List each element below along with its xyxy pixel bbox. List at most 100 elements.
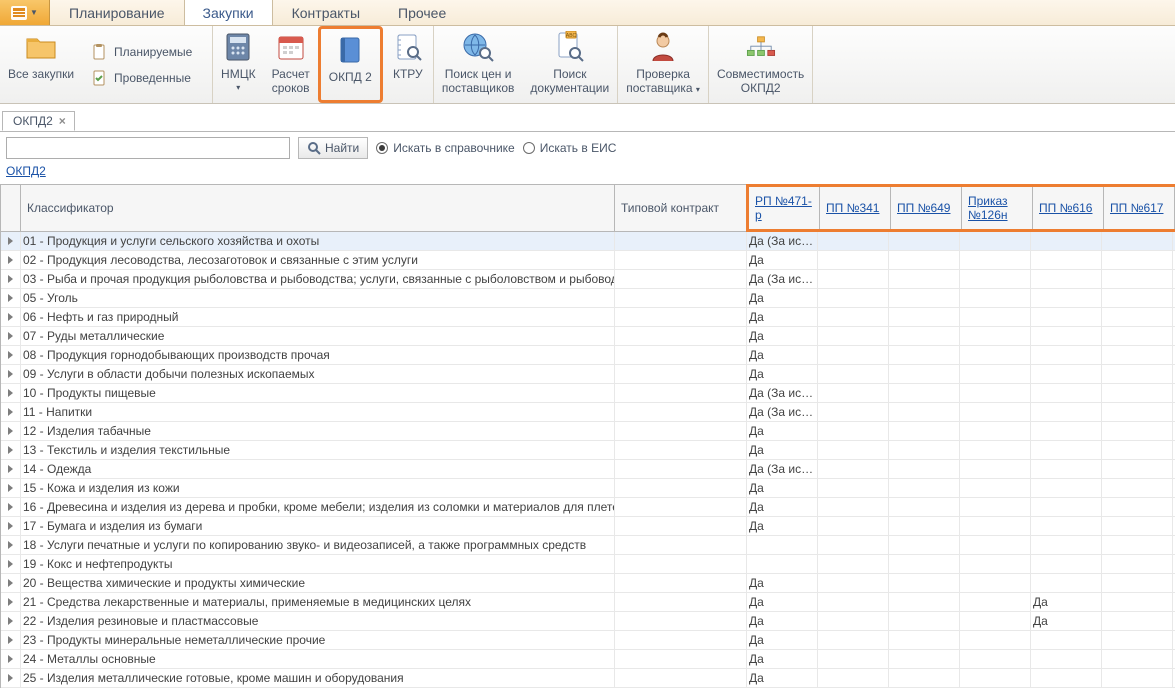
cell-c3 (889, 346, 960, 364)
expand-toggle[interactable] (1, 232, 21, 250)
expand-toggle[interactable] (1, 555, 21, 573)
cell-c1: Да (747, 251, 818, 269)
header-classifier[interactable]: Классификатор (21, 185, 615, 231)
table-row[interactable]: 20 - Вещества химические и продукты хими… (1, 574, 1175, 593)
search-button[interactable]: Найти (298, 137, 368, 159)
calc-deadlines-button[interactable]: Расчетсроков (264, 26, 318, 103)
cell-name: 01 - Продукция и услуги сельского хозяйс… (21, 232, 615, 250)
cell-tk (615, 517, 747, 535)
document-tab-okpd2[interactable]: ОКПД2 × (2, 111, 75, 131)
table-row[interactable]: 17 - Бумага и изделия из бумагиДа (1, 517, 1175, 536)
radio-search-eis[interactable]: Искать в ЕИС (523, 141, 617, 155)
header-prikaz126n[interactable]: Приказ№126н (962, 187, 1033, 229)
cell-tk (615, 365, 747, 383)
table-row[interactable]: 19 - Кокс и нефтепродукты (1, 555, 1175, 574)
expand-toggle[interactable] (1, 593, 21, 611)
cell-c2 (818, 346, 889, 364)
table-row[interactable]: 15 - Кожа и изделия из кожиДа (1, 479, 1175, 498)
expand-toggle[interactable] (1, 631, 21, 649)
nmck-button[interactable]: НМЦК▾ (213, 26, 264, 103)
header-pp341[interactable]: ПП №341 (820, 187, 891, 229)
table-row[interactable]: 25 - Изделия металлические готовые, кром… (1, 669, 1175, 688)
expand-toggle[interactable] (1, 574, 21, 592)
cell-c1: Да (747, 441, 818, 459)
expand-toggle[interactable] (1, 517, 21, 535)
cell-c4 (960, 574, 1031, 592)
expand-toggle[interactable] (1, 460, 21, 478)
cell-c6 (1102, 574, 1173, 592)
table-row[interactable]: 09 - Услуги в области добычи полезных ис… (1, 365, 1175, 384)
expand-toggle[interactable] (1, 270, 21, 288)
expand-toggle[interactable] (1, 441, 21, 459)
app-menu-button[interactable]: ▼ (0, 0, 50, 25)
expand-toggle[interactable] (1, 612, 21, 630)
breadcrumb-link[interactable]: ОКПД2 (6, 164, 46, 178)
cell-c4 (960, 536, 1031, 554)
tab-purchases[interactable]: Закупки (184, 0, 273, 25)
close-icon[interactable]: × (59, 114, 66, 128)
table-row[interactable]: 11 - НапиткиДа (За ис… (1, 403, 1175, 422)
header-pp616[interactable]: ПП №616 (1033, 187, 1104, 229)
cell-name: 17 - Бумага и изделия из бумаги (21, 517, 615, 535)
cell-c5 (1031, 574, 1102, 592)
tab-contracts[interactable]: Контракты (273, 0, 379, 25)
table-row[interactable]: 22 - Изделия резиновые и пластмассовыеДа… (1, 612, 1175, 631)
table-row[interactable]: 14 - ОдеждаДа (За ис… (1, 460, 1175, 479)
table-row[interactable]: 02 - Продукция лесоводства, лесозаготово… (1, 251, 1175, 270)
expand-toggle[interactable] (1, 669, 21, 687)
cell-c6 (1102, 308, 1173, 326)
table-row[interactable]: 16 - Древесина и изделия из дерева и про… (1, 498, 1175, 517)
table-row[interactable]: 21 - Средства лекарственные и материалы,… (1, 593, 1175, 612)
cell-c6 (1102, 669, 1173, 687)
okpd-compat-button[interactable]: СовместимостьОКПД2 (709, 26, 812, 103)
okpd2-button[interactable]: ОКПД 2 (318, 26, 383, 103)
cell-c4 (960, 441, 1031, 459)
table-row[interactable]: 07 - Руды металлическиеДа (1, 327, 1175, 346)
expand-toggle[interactable] (1, 365, 21, 383)
table-row[interactable]: 10 - Продукты пищевыеДа (За ис… (1, 384, 1175, 403)
header-rp471[interactable]: РП №471-р (749, 187, 820, 229)
header-typical-contract[interactable]: Типовой контракт (615, 185, 747, 231)
expand-toggle[interactable] (1, 498, 21, 516)
expand-toggle[interactable] (1, 536, 21, 554)
done-button[interactable]: Проведенные (82, 65, 212, 91)
cell-name: 14 - Одежда (21, 460, 615, 478)
cell-c4 (960, 270, 1031, 288)
ktru-button[interactable]: КТРУ (383, 26, 433, 103)
all-purchases-button[interactable]: Все закупки (0, 26, 82, 103)
price-supplier-search-button[interactable]: Поиск цен ипоставщиков (434, 26, 523, 103)
table-row[interactable]: 13 - Текстиль и изделия текстильныеДа (1, 441, 1175, 460)
header-pp617[interactable]: ПП №617 (1104, 187, 1175, 229)
table-row[interactable]: 01 - Продукция и услуги сельского хозяйс… (1, 232, 1175, 251)
expand-toggle[interactable] (1, 289, 21, 307)
search-input[interactable] (6, 137, 290, 159)
expand-toggle[interactable] (1, 479, 21, 497)
table-row[interactable]: 23 - Продукты минеральные неметаллически… (1, 631, 1175, 650)
expand-toggle[interactable] (1, 650, 21, 668)
table-row[interactable]: 06 - Нефть и газ природныйДа (1, 308, 1175, 327)
table-row[interactable]: 12 - Изделия табачныеДа (1, 422, 1175, 441)
cell-c3 (889, 650, 960, 668)
expand-toggle[interactable] (1, 308, 21, 326)
expand-toggle[interactable] (1, 403, 21, 421)
expand-toggle[interactable] (1, 327, 21, 345)
expand-toggle[interactable] (1, 251, 21, 269)
tab-other[interactable]: Прочее (379, 0, 465, 25)
tab-planning[interactable]: Планирование (50, 0, 184, 25)
table-row[interactable]: 08 - Продукция горнодобывающих производс… (1, 346, 1175, 365)
header-pp649[interactable]: ПП №649 (891, 187, 962, 229)
expand-toggle[interactable] (1, 346, 21, 364)
cell-c4 (960, 251, 1031, 269)
planned-button[interactable]: Планируемые (82, 39, 212, 65)
expand-toggle[interactable] (1, 384, 21, 402)
table-row[interactable]: 24 - Металлы основныеДа (1, 650, 1175, 669)
table-row[interactable]: 18 - Услуги печатные и услуги по копиров… (1, 536, 1175, 555)
table-row[interactable]: 05 - УгольДа (1, 289, 1175, 308)
radio-search-directory[interactable]: Искать в справочнике (376, 141, 514, 155)
cell-c5 (1031, 365, 1102, 383)
doc-search-button[interactable]: ABC Поискдокументации (522, 26, 617, 103)
cell-c2 (818, 479, 889, 497)
table-row[interactable]: 03 - Рыба и прочая продукция рыболовства… (1, 270, 1175, 289)
supplier-check-button[interactable]: Проверкапоставщика ▾ (618, 26, 708, 103)
expand-toggle[interactable] (1, 422, 21, 440)
